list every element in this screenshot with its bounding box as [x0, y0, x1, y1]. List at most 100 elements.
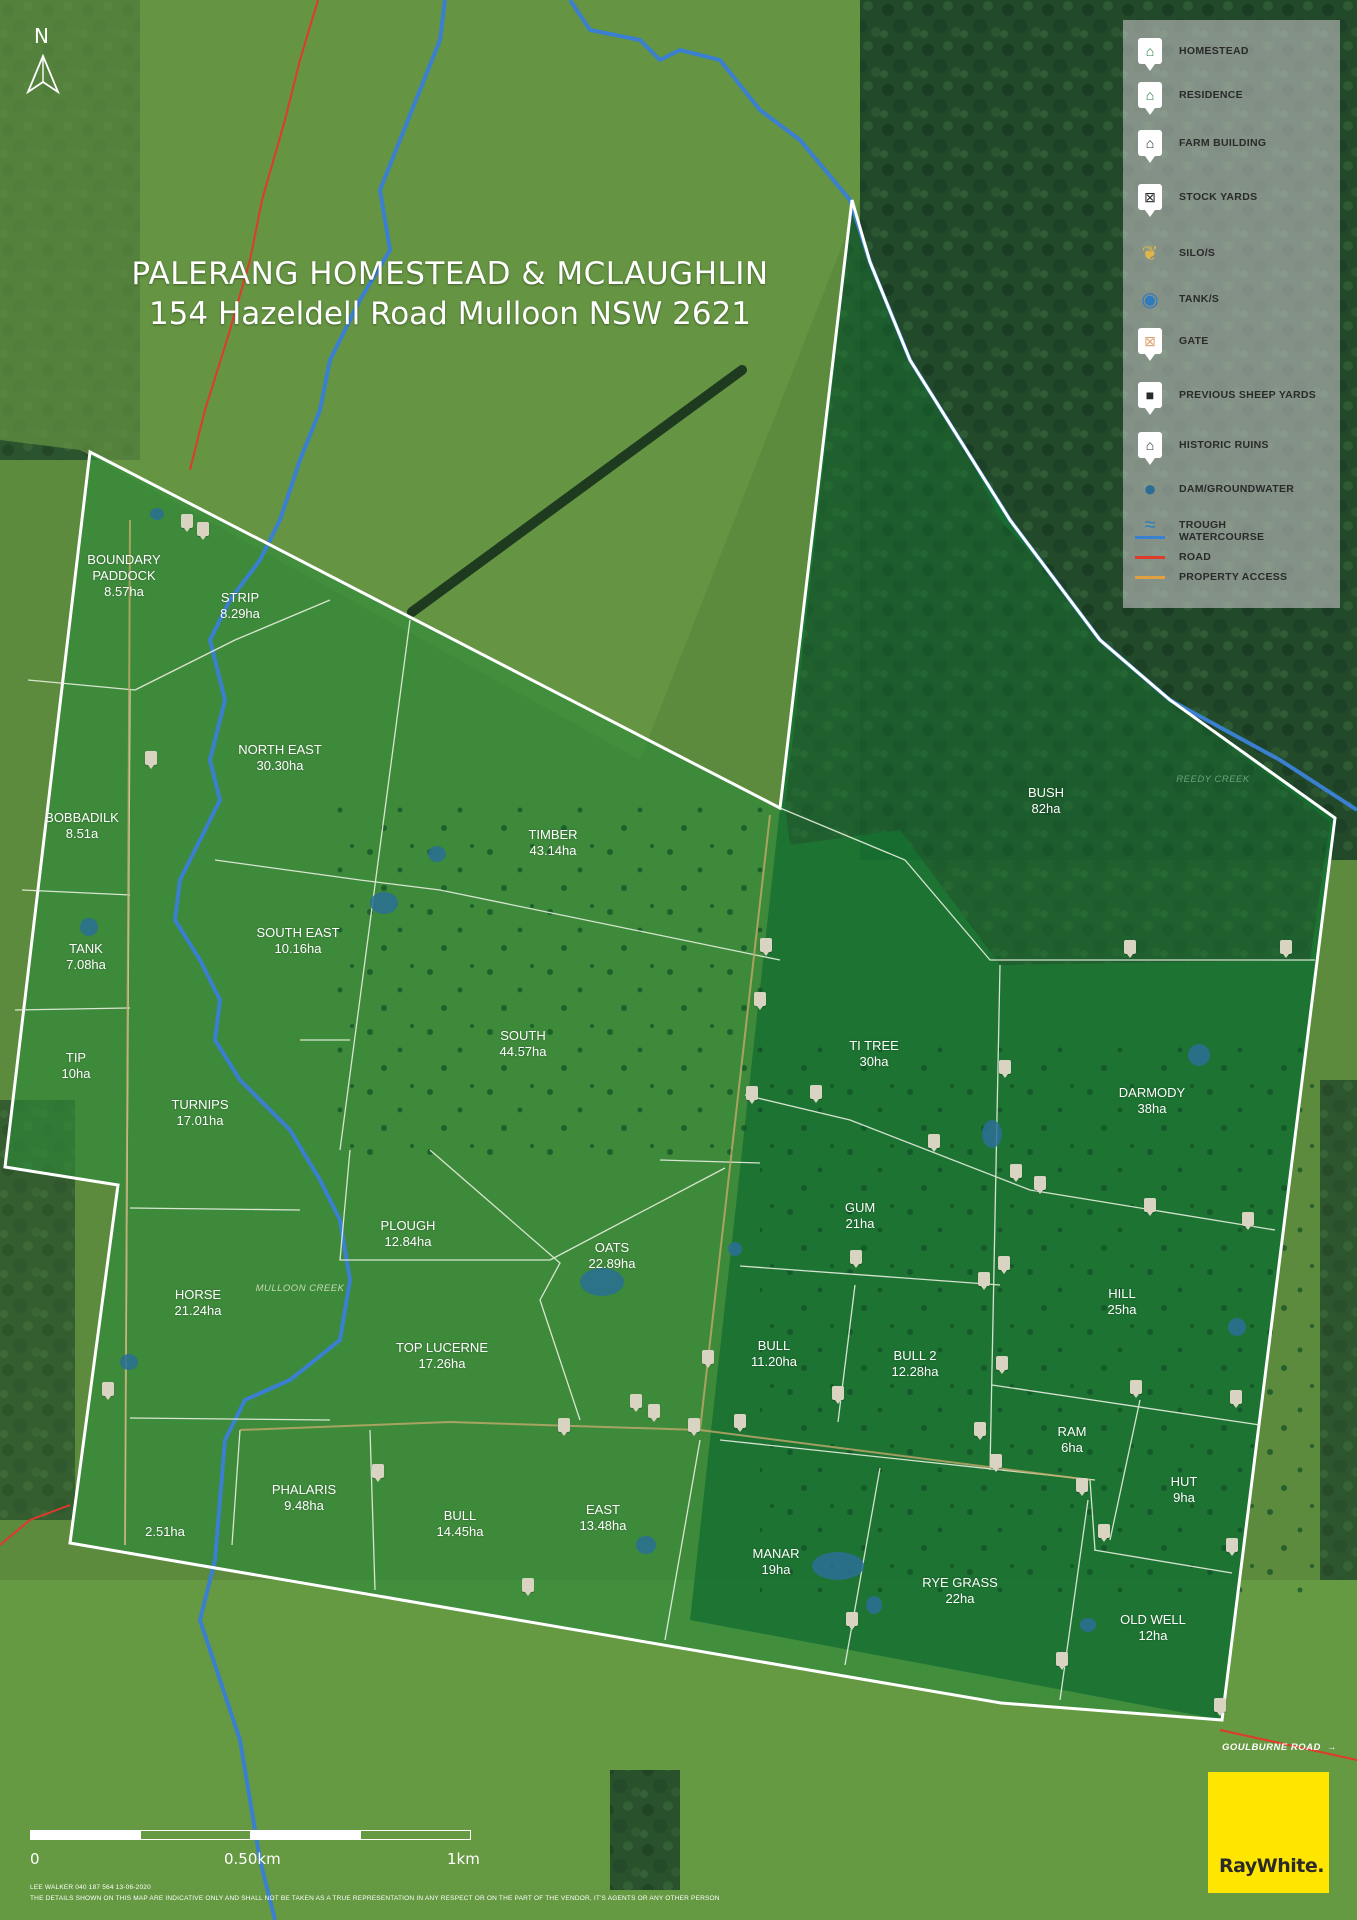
paddock-label: TANK 7.08ha [66, 941, 106, 973]
legend-label: WATERCOURSE [1179, 531, 1265, 543]
dam [80, 918, 98, 936]
paddock-area: 13.48ha [579, 1518, 627, 1533]
paddock-name: DARMODY [1118, 1085, 1186, 1100]
road-line [1135, 550, 1165, 564]
paddock-area: 38ha [1137, 1101, 1167, 1116]
gate-marker[interactable] [996, 1356, 1008, 1374]
paddock-area: 10.16ha [274, 941, 322, 956]
paddock-name: PLOUGH [380, 1218, 436, 1233]
paddock-name: TIP [65, 1050, 87, 1065]
gate-marker[interactable] [832, 1386, 844, 1404]
gate-marker[interactable] [1230, 1390, 1242, 1408]
paddock-area: 14.45ha [436, 1524, 484, 1539]
gate-marker[interactable] [999, 1060, 1011, 1078]
paddock-label: 2.51ha [145, 1524, 185, 1540]
scale-bar [30, 1830, 472, 1842]
gate-marker[interactable] [1076, 1478, 1088, 1496]
gate-marker[interactable] [846, 1612, 858, 1630]
legend-item: ROAD [1135, 550, 1211, 564]
gate-marker[interactable] [810, 1085, 822, 1103]
paddock-area: 9.48ha [284, 1498, 324, 1513]
paddock-name: NORTH EAST [238, 742, 322, 757]
paddock-area: 44.57ha [499, 1044, 547, 1059]
paddock-name: SOUTH EAST [256, 925, 340, 940]
paddock-area: 22.89ha [588, 1256, 636, 1271]
dam [636, 1536, 656, 1554]
paddock-area: 17.01ha [176, 1113, 224, 1128]
gate-marker[interactable] [688, 1418, 700, 1436]
paddock-area: 2.51ha [145, 1524, 185, 1539]
paddock-label: BOBBADILK 8.51a [45, 810, 119, 842]
gate-marker[interactable] [990, 1454, 1002, 1472]
gate-marker[interactable] [1130, 1380, 1142, 1398]
gate-marker[interactable] [1124, 940, 1136, 958]
paddock-name: BOBBADILK [45, 810, 119, 825]
paddock-label: RAM 6ha [1058, 1424, 1087, 1456]
gate-marker[interactable] [1280, 940, 1292, 958]
gate-marker[interactable] [522, 1578, 534, 1596]
legend-item: ⌂ HOMESTEAD [1135, 36, 1249, 71]
paddock-area: 7.08ha [66, 957, 106, 972]
gate-marker[interactable] [850, 1250, 862, 1268]
paddock-area: 8.29ha [220, 606, 260, 621]
paddock-label: TURNIPS 17.01ha [171, 1097, 228, 1129]
wheat-icon: ❦ [1141, 242, 1159, 265]
gate-marker[interactable] [1242, 1212, 1254, 1230]
gate-marker[interactable] [702, 1350, 714, 1368]
paddock-label: HORSE 21.24ha [175, 1287, 222, 1319]
gate-marker[interactable] [558, 1418, 570, 1436]
paddock-label: DARMODY 38ha [1119, 1085, 1185, 1117]
paddock-name: MANAR [752, 1546, 800, 1561]
gate-marker[interactable] [746, 1086, 758, 1104]
legend-item: ⊠ STOCK YARDS [1135, 182, 1257, 217]
gate-marker[interactable] [648, 1404, 660, 1422]
gate-marker[interactable] [181, 514, 193, 532]
paddock-area: 8.51a [65, 826, 99, 841]
gate-marker[interactable] [1144, 1198, 1156, 1216]
access-line [1135, 570, 1165, 584]
gate-marker[interactable] [974, 1422, 986, 1440]
paddock-name: BUSH [1027, 785, 1065, 800]
arrow-right-icon: → [1326, 1742, 1337, 1753]
water-drop-icon: ◉ [1141, 288, 1159, 311]
legend-label: SILO/S [1179, 247, 1216, 259]
legend-label: RESIDENCE [1179, 89, 1243, 101]
paddock-label: OLD WELL 12ha [1120, 1612, 1186, 1644]
paddock-label: GUM 21ha [845, 1200, 875, 1232]
paddock-label: BULL 2 12.28ha [892, 1348, 939, 1380]
gate-marker[interactable] [1010, 1164, 1022, 1182]
footer-agent-line: LEE WALKER 040 187 564 13-06-2020 [30, 1884, 151, 1891]
gate-marker[interactable] [760, 938, 772, 956]
gate-marker[interactable] [197, 522, 209, 540]
paddock-name: HILL [1108, 1286, 1136, 1301]
paddock-name: BULL [757, 1338, 791, 1353]
gate-marker[interactable] [1034, 1176, 1046, 1194]
dam [120, 1354, 138, 1370]
gate-marker[interactable] [145, 751, 157, 769]
gate-marker[interactable] [372, 1464, 384, 1482]
gate-marker[interactable] [998, 1256, 1010, 1274]
paddock-label: BULL 14.45ha [437, 1508, 484, 1540]
map-title: PALERANG HOMESTEAD & MCLAUGHLIN [131, 256, 769, 292]
legend-item: ⌂ RESIDENCE [1135, 80, 1243, 115]
gate-marker[interactable] [978, 1272, 990, 1290]
gate-marker[interactable] [734, 1414, 746, 1432]
paddock-label: HUT 9ha [1171, 1474, 1198, 1506]
gate-marker[interactable] [754, 992, 766, 1010]
gate-marker[interactable] [928, 1134, 940, 1152]
dam [1228, 1318, 1246, 1336]
gate-marker[interactable] [1214, 1698, 1226, 1716]
dam [1080, 1618, 1096, 1632]
creek-label-reedy: REEDY CREEK [1176, 774, 1250, 785]
gate-marker[interactable] [1056, 1652, 1068, 1670]
dam [866, 1596, 882, 1614]
paddock-area: 21ha [845, 1216, 875, 1231]
legend-item: ⌂ HISTORIC RUINS [1135, 430, 1269, 465]
gate-marker[interactable] [1098, 1524, 1110, 1542]
gate-marker[interactable] [1226, 1538, 1238, 1556]
brand-text: RayWhite. [1219, 1855, 1324, 1877]
gate-marker[interactable] [630, 1394, 642, 1412]
paddock-name: TIMBER [528, 827, 578, 842]
gate-marker[interactable] [102, 1382, 114, 1400]
paddock-label: STRIP 8.29ha [220, 590, 260, 622]
